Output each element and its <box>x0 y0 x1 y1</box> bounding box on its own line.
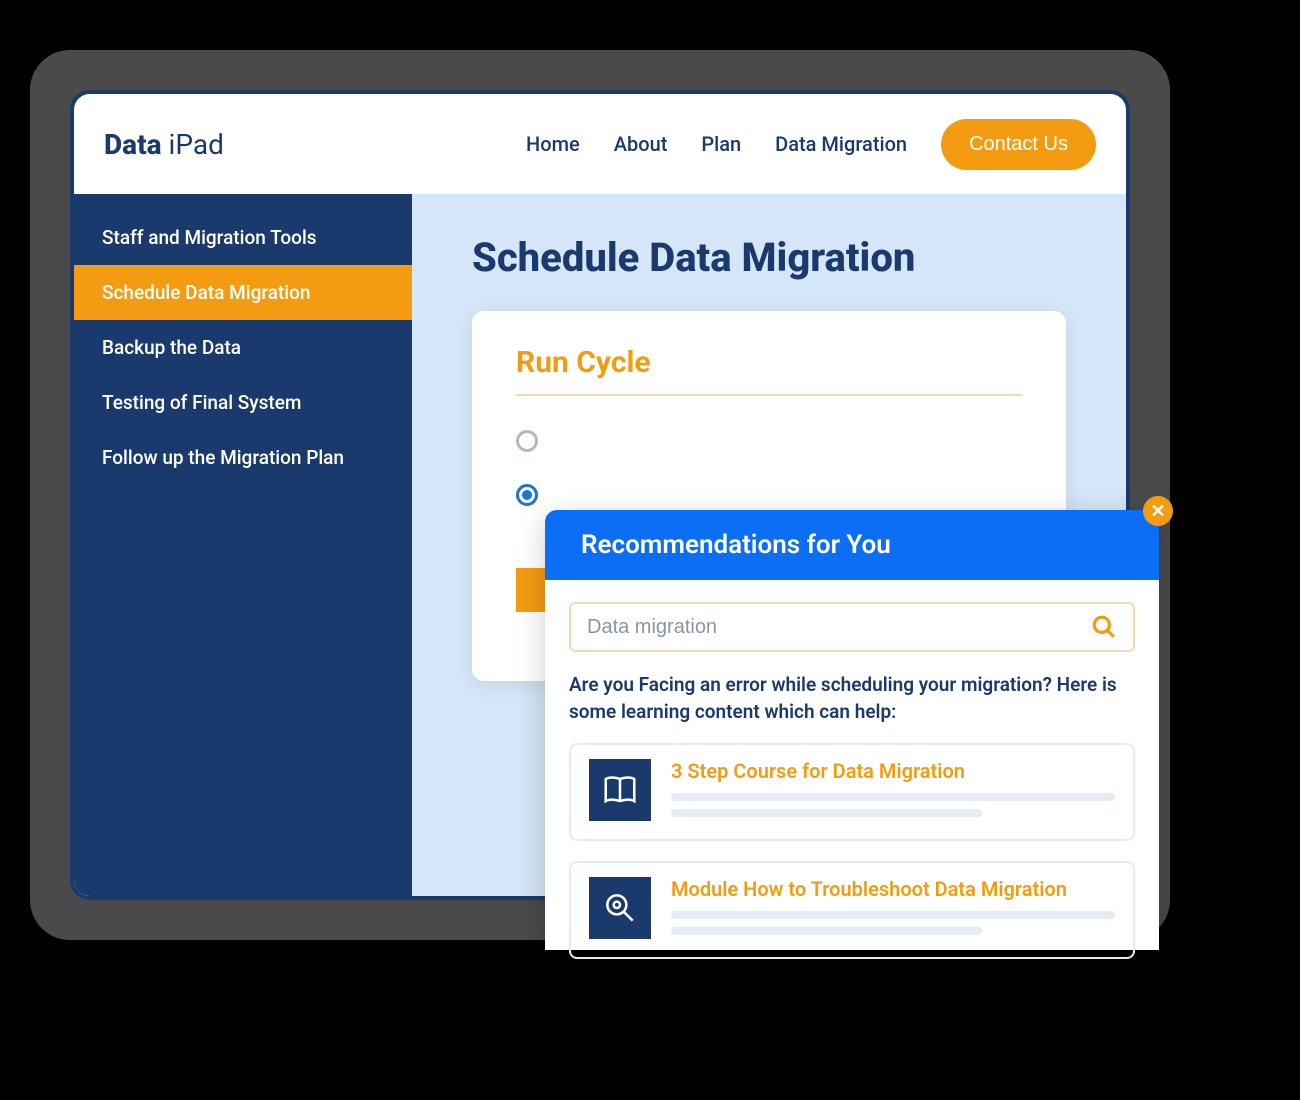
rec-content: 3 Step Course for Data Migration <box>671 759 1115 825</box>
nav-home[interactable]: Home <box>526 132 580 156</box>
nav-about[interactable]: About <box>614 132 668 156</box>
sidebar-item-testing[interactable]: Testing of Final System <box>74 375 412 430</box>
popup-title: Recommendations for You <box>581 530 891 560</box>
search-gear-icon <box>589 877 651 939</box>
radio-option-1[interactable] <box>516 430 1022 452</box>
rec-content: Module How to Troubleshoot Data Migratio… <box>671 877 1115 943</box>
contact-button[interactable]: Contact Us <box>941 119 1096 170</box>
recommendations-popup: Recommendations for You ✕ Are you Facing… <box>545 510 1159 950</box>
radio-selected-icon[interactable] <box>516 484 538 506</box>
skeleton-line <box>671 809 982 817</box>
sidebar: Staff and Migration Tools Schedule Data … <box>74 194 412 896</box>
nav-plan[interactable]: Plan <box>701 132 741 156</box>
skeleton-line <box>671 793 1115 801</box>
book-icon <box>589 759 651 821</box>
search-input[interactable] <box>587 616 1091 639</box>
top-nav: Home About Plan Data Migration Contact U… <box>526 119 1096 170</box>
popup-header: Recommendations for You ✕ <box>545 510 1159 580</box>
sidebar-item-schedule[interactable]: Schedule Data Migration <box>74 265 412 320</box>
rec-title: 3 Step Course for Data Migration <box>671 759 1115 783</box>
logo-bold: Data <box>104 128 162 161</box>
tablet-frame: Data iPad Home About Plan Data Migration… <box>30 50 1170 940</box>
radio-unselected-icon[interactable] <box>516 430 538 452</box>
sidebar-item-staff-tools[interactable]: Staff and Migration Tools <box>74 210 412 265</box>
search-icon[interactable] <box>1091 614 1117 640</box>
header: Data iPad Home About Plan Data Migration… <box>74 94 1126 194</box>
popup-body: Are you Facing an error while scheduling… <box>545 580 1159 1001</box>
rec-title: Module How to Troubleshoot Data Migratio… <box>671 877 1115 901</box>
sidebar-item-followup[interactable]: Follow up the Migration Plan <box>74 430 412 485</box>
logo: Data iPad <box>104 128 224 161</box>
skeleton-line <box>671 911 1115 919</box>
rec-card-troubleshoot[interactable]: Module How to Troubleshoot Data Migratio… <box>569 861 1135 959</box>
close-icon: ✕ <box>1150 501 1165 521</box>
logo-light: iPad <box>162 128 224 161</box>
popup-prompt: Are you Facing an error while scheduling… <box>569 672 1135 725</box>
card-title: Run Cycle <box>516 345 1022 396</box>
sidebar-item-backup[interactable]: Backup the Data <box>74 320 412 375</box>
skeleton-line <box>671 927 982 935</box>
close-button[interactable]: ✕ <box>1143 496 1173 526</box>
page-title: Schedule Data Migration <box>472 234 1066 281</box>
search-box[interactable] <box>569 602 1135 652</box>
rec-card-course[interactable]: 3 Step Course for Data Migration <box>569 743 1135 841</box>
nav-data-migration[interactable]: Data Migration <box>775 132 907 156</box>
radio-option-2[interactable] <box>516 484 1022 506</box>
